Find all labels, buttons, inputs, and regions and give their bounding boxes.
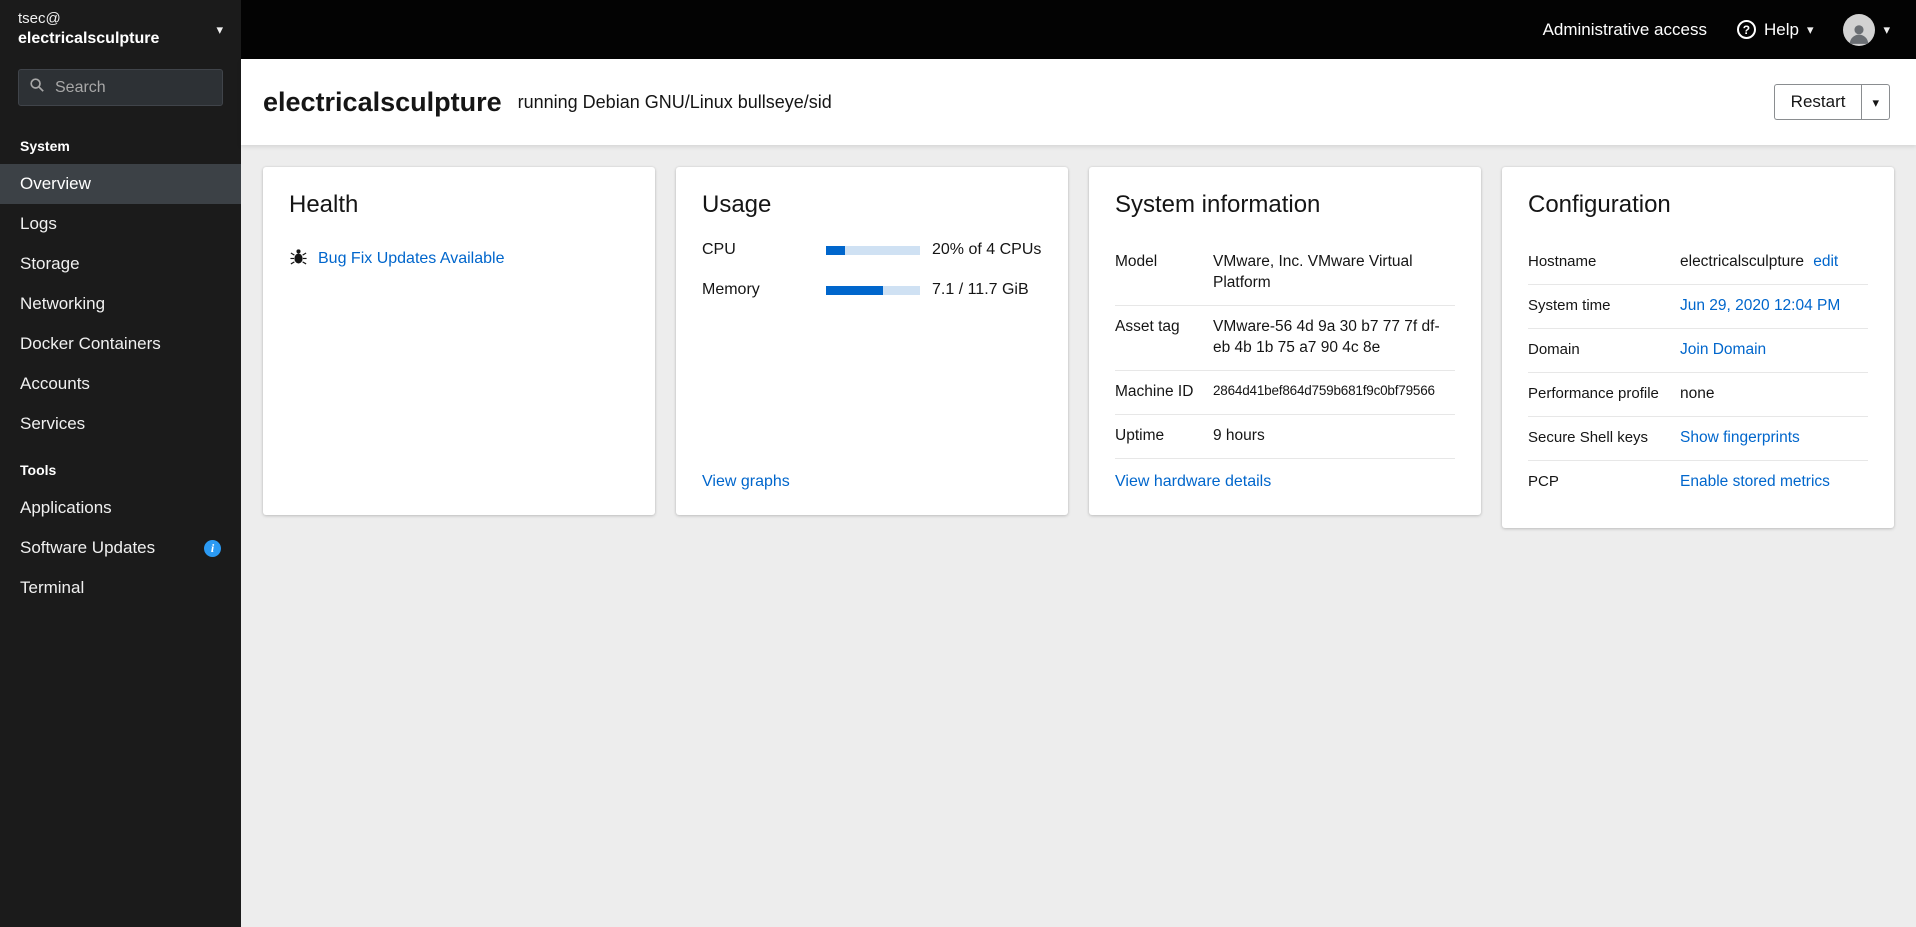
sidebar-item-logs[interactable]: Logs bbox=[0, 204, 241, 244]
restart-dropdown-toggle[interactable]: ▾ bbox=[1861, 84, 1890, 120]
chevron-down-icon: ▾ bbox=[1872, 95, 1879, 110]
restart-split-button: Restart ▾ bbox=[1773, 84, 1890, 120]
hostname-text: electricalsculpture bbox=[18, 29, 160, 47]
overview-content: Health Bug Fix Updates Available Usage C… bbox=[241, 145, 1916, 927]
page-header: electricalsculpture running Debian GNU/L… bbox=[241, 59, 1916, 145]
search-icon bbox=[29, 77, 45, 98]
model-row: Model VMware, Inc. VMware Virtual Platfo… bbox=[1115, 241, 1455, 306]
model-value: VMware, Inc. VMware Virtual Platform bbox=[1213, 253, 1413, 291]
cpu-progress-bar bbox=[826, 245, 920, 255]
question-circle-icon: ? bbox=[1736, 20, 1756, 39]
hostname-edit-link[interactable]: edit bbox=[1813, 253, 1838, 270]
search-input[interactable] bbox=[53, 77, 212, 98]
performance-profile-label: Performance profile bbox=[1528, 384, 1659, 402]
page-title: electricalsculpture bbox=[263, 86, 502, 117]
software-updates-label: Software Updates bbox=[20, 538, 156, 557]
system-information-title: System information bbox=[1115, 191, 1321, 218]
system-time-link[interactable]: Jun 29, 2020 12:04 PM bbox=[1680, 296, 1868, 317]
system-time-label: System time bbox=[1528, 296, 1611, 314]
hostname-value-wrap: electricalsculpture edit bbox=[1680, 252, 1868, 273]
cpu-progress-fill bbox=[826, 245, 845, 255]
os-subtitle: running Debian GNU/Linux bullseye/sid bbox=[517, 91, 832, 112]
machine-id-row: Machine ID 2864d41bef864d759b681f9c0bf79… bbox=[1115, 371, 1455, 415]
username-text: tsec@ bbox=[18, 10, 61, 28]
search-box bbox=[18, 69, 223, 106]
main-area: Administrative access ? Help ▾ ▾ electri… bbox=[241, 0, 1916, 927]
memory-progress-fill bbox=[826, 285, 884, 295]
uptime-label: Uptime bbox=[1115, 426, 1165, 444]
asset-tag-label: Asset tag bbox=[1115, 317, 1180, 335]
machine-id-label: Machine ID bbox=[1115, 382, 1194, 400]
hostname-value: electricalsculpture bbox=[1680, 253, 1805, 270]
hostname-label: Hostname bbox=[1528, 253, 1597, 270]
nav-section-tools: Tools bbox=[20, 462, 57, 478]
administrative-access-button[interactable]: Administrative access bbox=[1543, 20, 1707, 40]
host-switcher[interactable]: tsec@ electricalsculpture ▾ bbox=[0, 0, 241, 59]
sidebar-nav: System Overview Logs Storage Networking … bbox=[0, 120, 241, 608]
sidebar: tsec@ electricalsculpture ▾ System Overv… bbox=[0, 0, 241, 927]
cpu-usage-value: 20% of 4 CPUs bbox=[932, 241, 1042, 258]
nav-section-system: System bbox=[20, 138, 70, 154]
performance-profile-row: Performance profile none bbox=[1528, 373, 1868, 417]
sidebar-item-accounts[interactable]: Accounts bbox=[0, 364, 241, 404]
sidebar-item-applications[interactable]: Applications bbox=[0, 488, 241, 528]
asset-tag-row: Asset tag VMware-56 4d 9a 30 b7 77 7f df… bbox=[1115, 306, 1455, 371]
session-menu[interactable]: ▾ bbox=[1843, 13, 1890, 46]
memory-label: Memory bbox=[702, 281, 760, 298]
model-label: Model bbox=[1115, 253, 1158, 270]
memory-progress-bar bbox=[826, 285, 920, 295]
help-label: Help bbox=[1763, 19, 1799, 39]
info-icon: i bbox=[204, 539, 221, 557]
chevron-down-icon: ▾ bbox=[1806, 22, 1814, 37]
hostname-row: Hostname electricalsculpture edit bbox=[1528, 241, 1868, 285]
restart-button[interactable]: Restart bbox=[1773, 84, 1862, 120]
domain-row: Domain Join Domain bbox=[1528, 329, 1868, 373]
secure-shell-keys-label: Secure Shell keys bbox=[1528, 428, 1649, 446]
memory-usage-row: Memory 7.1 / 11.7 GiB bbox=[702, 281, 1042, 299]
pcp-label: PCP bbox=[1528, 472, 1559, 490]
sidebar-item-networking[interactable]: Networking bbox=[0, 284, 241, 324]
masthead: Administrative access ? Help ▾ ▾ bbox=[241, 0, 1916, 59]
asset-tag-value: VMware-56 4d 9a 30 b7 77 7f df-eb 4b 1b … bbox=[1213, 317, 1440, 356]
view-graphs-link[interactable]: View graphs bbox=[702, 473, 1042, 491]
help-menu[interactable]: ? Help ▾ bbox=[1736, 19, 1814, 40]
sidebar-item-docker-containers[interactable]: Docker Containers bbox=[0, 324, 241, 364]
cpu-label: CPU bbox=[702, 241, 736, 258]
show-fingerprints-link[interactable]: Show fingerprints bbox=[1680, 428, 1868, 449]
memory-usage-value: 7.1 / 11.7 GiB bbox=[932, 281, 1029, 298]
chevron-down-icon: ▾ bbox=[1883, 22, 1890, 37]
usage-card: Usage CPU 20% of 4 CPUs Memory 7.1 / 11.… bbox=[676, 167, 1068, 515]
health-item: Bug Fix Updates Available bbox=[289, 247, 629, 271]
avatar bbox=[1843, 13, 1876, 46]
bug-icon bbox=[289, 247, 308, 271]
usage-card-title: Usage bbox=[702, 191, 772, 218]
chevron-down-icon: ▾ bbox=[216, 22, 223, 37]
configuration-title: Configuration bbox=[1528, 191, 1671, 218]
system-time-row: System time Jun 29, 2020 12:04 PM bbox=[1528, 285, 1868, 329]
uptime-value: 9 hours bbox=[1213, 426, 1265, 444]
join-domain-link[interactable]: Join Domain bbox=[1680, 340, 1868, 361]
view-hardware-details-link[interactable]: View hardware details bbox=[1115, 473, 1455, 491]
sidebar-item-storage[interactable]: Storage bbox=[0, 244, 241, 284]
enable-stored-metrics-link[interactable]: Enable stored metrics bbox=[1680, 472, 1868, 493]
sidebar-item-terminal[interactable]: Terminal bbox=[0, 568, 241, 608]
sidebar-item-overview[interactable]: Overview bbox=[0, 164, 241, 204]
machine-id-value: 2864d41bef864d759b681f9c0bf79566 bbox=[1213, 382, 1435, 398]
host-switcher-label: tsec@ electricalsculpture bbox=[18, 10, 159, 49]
sidebar-item-services[interactable]: Services bbox=[0, 404, 241, 444]
cockpit-app: tsec@ electricalsculpture ▾ System Overv… bbox=[0, 0, 1916, 927]
health-card: Health Bug Fix Updates Available bbox=[263, 167, 655, 515]
domain-label: Domain bbox=[1528, 340, 1580, 358]
pcp-row: PCP Enable stored metrics bbox=[1528, 461, 1868, 504]
system-information-card: System information Model VMware, Inc. VM… bbox=[1089, 167, 1481, 515]
cpu-usage-row: CPU 20% of 4 CPUs bbox=[702, 241, 1042, 259]
secure-shell-keys-row: Secure Shell keys Show fingerprints bbox=[1528, 417, 1868, 461]
bug-fix-updates-link[interactable]: Bug Fix Updates Available bbox=[318, 250, 504, 268]
performance-profile-value: none bbox=[1680, 384, 1715, 402]
configuration-card: Configuration Hostname electricalsculptu… bbox=[1502, 167, 1894, 528]
sidebar-item-software-updates[interactable]: Software Updates i bbox=[0, 528, 241, 568]
health-card-title: Health bbox=[289, 191, 359, 218]
uptime-row: Uptime 9 hours bbox=[1115, 415, 1455, 459]
